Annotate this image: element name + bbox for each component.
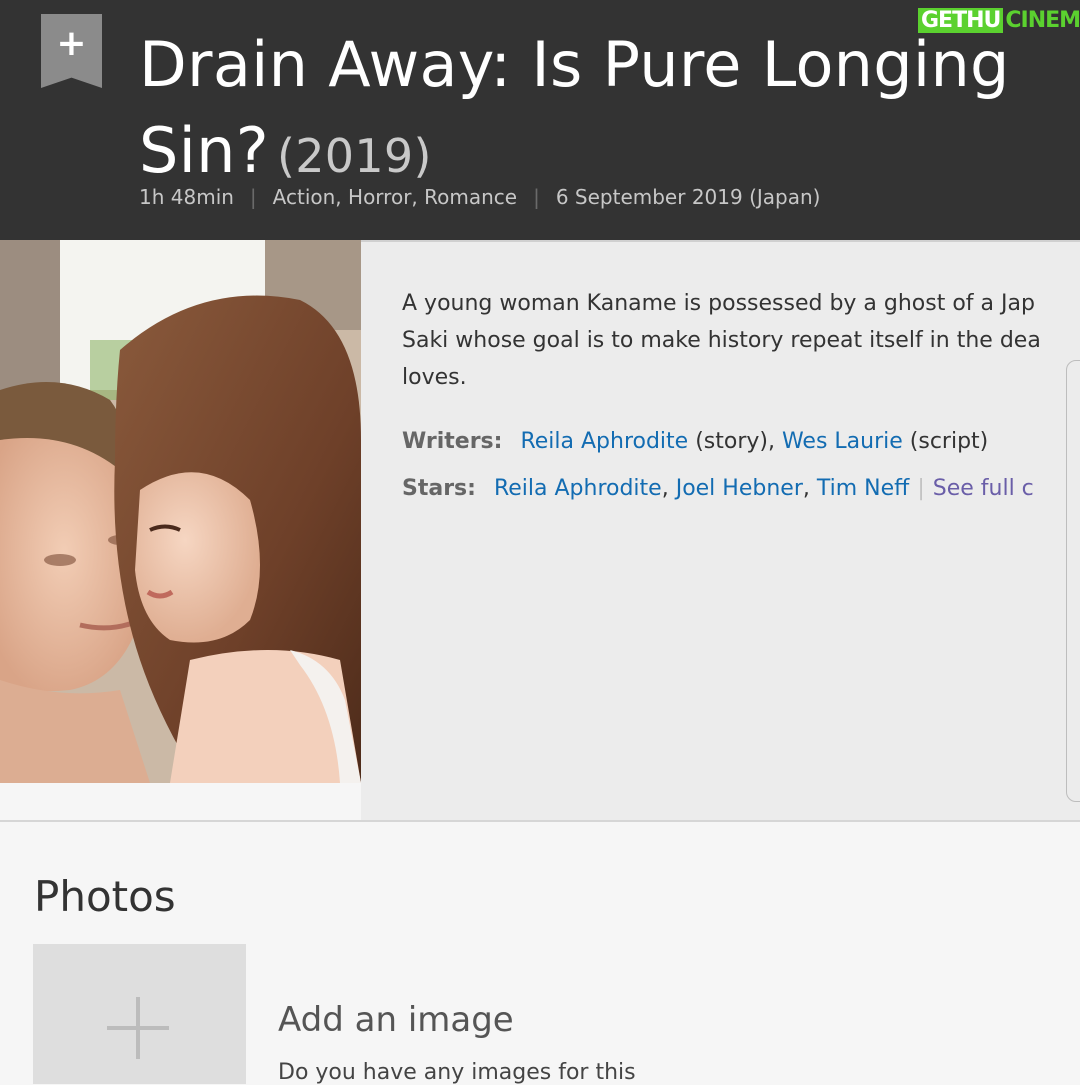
see-full-cast-link[interactable]: See full c [933, 476, 1034, 501]
section-divider [0, 820, 1080, 822]
star-separator: , [802, 476, 810, 501]
genres[interactable]: Action, Horror, Romance [273, 185, 517, 209]
summary-line: Saki whose goal is to make history repea… [402, 328, 1041, 353]
star-link[interactable]: Tim Neff [817, 476, 909, 501]
plus-icon: + [56, 23, 87, 64]
writers-label: Writers: [402, 429, 503, 454]
watermark-part-1: GETHU [918, 8, 1004, 33]
poster-image[interactable] [0, 240, 361, 783]
title-line-2: Sin? [139, 114, 269, 187]
writer-note: (script) [902, 429, 989, 454]
star-link[interactable]: Reila Aphrodite [494, 476, 662, 501]
link-divider: | [917, 476, 925, 501]
plot-summary: A young woman Kaname is possessed by a g… [402, 285, 1080, 396]
watermark-logo: GETHUCINEMA [918, 8, 1080, 36]
subtext-separator: | [533, 185, 540, 209]
add-to-watchlist-button[interactable]: + [41, 14, 102, 88]
watermark-part-2: CINEMA [1005, 8, 1080, 33]
writers-credit: Writers: Reila Aphrodite (story), Wes Lau… [402, 429, 988, 454]
star-separator: , [661, 476, 669, 501]
star-link[interactable]: Joel Hebner [676, 476, 803, 501]
release-date[interactable]: 6 September 2019 (Japan) [556, 185, 821, 209]
title-overview: A young woman Kaname is possessed by a g… [361, 240, 1080, 822]
photos-heading: Photos [34, 872, 176, 921]
add-image-button[interactable] [33, 944, 246, 1084]
writer-link[interactable]: Reila Aphrodite [520, 429, 688, 454]
add-image-title[interactable]: Add an image [278, 1000, 514, 1040]
add-image-description: Do you have any images for this [278, 1060, 636, 1085]
title-header: + Drain Away: Is Pure Longing Sin? (2019)… [0, 0, 1080, 240]
title-subtext: 1h 48min | Action, Horror, Romance | 6 Septe… [139, 185, 820, 209]
plus-icon [136, 997, 140, 1059]
summary-line: loves. [402, 365, 467, 390]
title-line-1: Drain Away: Is Pure Longing [139, 28, 1010, 101]
side-panel-edge [1066, 360, 1080, 802]
poster-illustration [0, 240, 361, 783]
writer-link[interactable]: Wes Laurie [782, 429, 903, 454]
summary-line: A young woman Kaname is possessed by a g… [402, 291, 1035, 316]
stars-label: Stars: [402, 476, 476, 501]
subtext-separator: | [249, 185, 257, 209]
movie-title: Drain Away: Is Pure Longing Sin? (2019) [139, 22, 1080, 199]
writer-note: (story), [688, 429, 775, 454]
stars-credit: Stars: Reila Aphrodite, Joel Hebner, Tim … [402, 476, 1034, 501]
runtime: 1h 48min [139, 185, 234, 209]
release-year[interactable]: (2019) [277, 129, 432, 183]
